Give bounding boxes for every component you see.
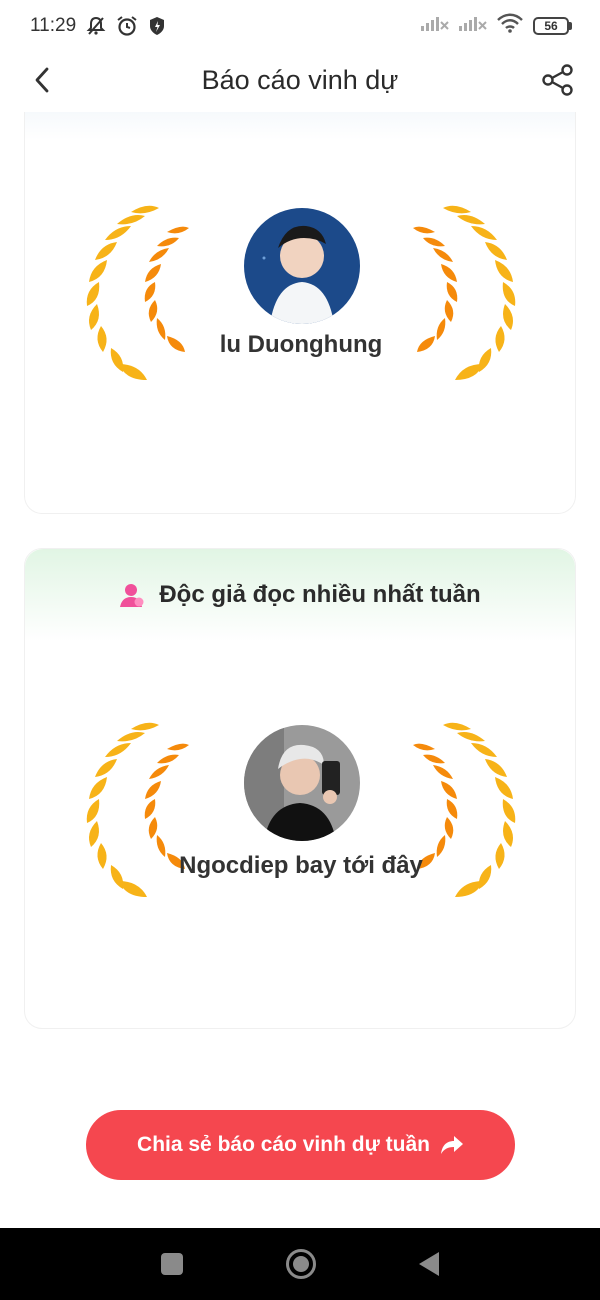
chevron-left-icon [35, 67, 49, 93]
battery-icon: 56 [533, 17, 572, 35]
laurel-wreath-icon [413, 205, 516, 380]
status-time: 11:29 [30, 15, 77, 36]
share-report-label: Chia sẻ báo cáo vinh dự tuần [137, 1133, 430, 1156]
back-button[interactable] [26, 64, 58, 96]
winner-avatar[interactable] [244, 208, 360, 324]
status-left: 11:29 [30, 15, 166, 37]
winner-name: Ngocdiep bay tới đây [179, 852, 423, 879]
back-nav-button[interactable] [418, 1252, 439, 1276]
status-bar: 11:29 56 [0, 0, 600, 52]
home-button[interactable] [285, 1249, 316, 1279]
card-title: Độc giả đọc nhiều nhất tuần [159, 581, 481, 608]
card-header: Độc giả đọc nhiều nhất tuần [25, 549, 575, 641]
person-icon [120, 584, 144, 607]
wifi-icon [497, 13, 523, 39]
honor-card-2: Độc giả đọc nhiều nhất tuần Ngocdiep bay… [24, 548, 576, 1029]
status-right: 56 [421, 13, 572, 39]
signal-icon [421, 14, 449, 38]
share-icon [542, 64, 573, 96]
header: Báo cáo vinh dự [0, 52, 600, 108]
shield-icon [148, 16, 166, 36]
honor-card-1: lu Duonghung [24, 112, 576, 514]
laurel-wreath-icon [86, 205, 189, 380]
signal-icon [459, 14, 487, 38]
mute-bell-icon [86, 16, 106, 36]
share-report-button[interactable]: Chia sẻ báo cáo vinh dự tuần [86, 1110, 515, 1180]
recent-apps-button[interactable] [161, 1253, 184, 1275]
winner-name: lu Duonghung [219, 331, 383, 358]
winner-avatar[interactable] [244, 725, 360, 841]
system-nav-bar [0, 1228, 600, 1300]
forward-arrow-icon [440, 1136, 463, 1154]
award-section: Ngocdiep bay tới đây [25, 719, 577, 919]
share-button[interactable] [540, 62, 576, 98]
battery-level: 56 [533, 17, 569, 35]
alarm-icon [116, 15, 138, 37]
award-section: lu Duonghung [25, 202, 577, 402]
page-title: Báo cáo vinh dự [201, 64, 399, 95]
